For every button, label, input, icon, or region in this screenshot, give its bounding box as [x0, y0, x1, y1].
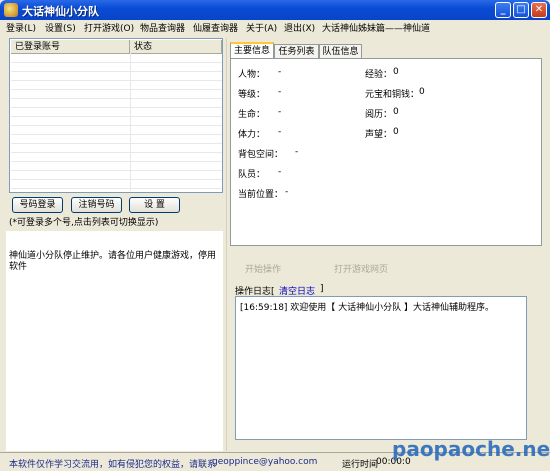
notice-text: 神仙道小分队停止维护。请各位用户健康游戏，停用软件 [9, 251, 217, 272]
menu-shoe-query[interactable]: 仙履查询器 [193, 21, 238, 34]
menu-open-game[interactable]: 打开游戏(O) [84, 21, 134, 34]
open-web-button[interactable]: 打开游戏网页 [334, 262, 388, 275]
stamina-label: 体力： [238, 130, 266, 140]
level-value: - [278, 87, 282, 97]
login-hint: (*可登录多个号,点击列表可切换显示) [9, 218, 159, 228]
title-bar: 大话神仙小分队 _ □ ✕ [0, 0, 550, 20]
settings-button[interactable]: 设 置 [129, 197, 180, 213]
account-list[interactable]: 已登录账号 状态 [9, 38, 223, 193]
log-panel[interactable]: [16:59:18] 欢迎使用【 大话神仙小分队 】大话神仙辅助程序。 [235, 296, 527, 440]
app-icon [4, 3, 18, 17]
minimize-button[interactable]: _ [495, 2, 511, 18]
menu-bar: 登录(L) 设置(S) 打开游戏(O) 物品查询器 仙履查询器 关于(A) 退出… [0, 20, 550, 35]
hp-label: 生命： [238, 110, 266, 120]
tab-team-info[interactable]: 队伍信息 [319, 44, 362, 59]
person-label: 人物： [238, 70, 266, 80]
history-value: 0 [393, 107, 399, 117]
runtime-label: 运行时间 [342, 460, 379, 470]
logout-button[interactable]: 注销号码 [71, 197, 122, 213]
tab-main-info[interactable]: 主要信息 [230, 42, 274, 58]
maximize-button[interactable]: □ [513, 2, 529, 18]
location-label: 当前位置： [238, 190, 284, 200]
menu-item-query[interactable]: 物品查询器 [140, 21, 185, 34]
watermark: paopaoche.net [392, 437, 550, 461]
menu-sister-game[interactable]: 大话神仙姊妹篇——神仙道 [322, 21, 430, 34]
menu-settings[interactable]: 设置(S) [45, 21, 76, 34]
bag-value: - [295, 147, 299, 157]
stamina-value: - [278, 127, 282, 137]
person-value: - [278, 67, 282, 77]
menu-exit[interactable]: 退出(X) [284, 21, 315, 34]
history-label: 阅历： [365, 110, 393, 120]
bag-label: 背包空间： [238, 150, 284, 160]
money-value: 0 [419, 87, 425, 97]
column-header-status[interactable]: 状态 [130, 40, 222, 54]
exp-label: 经验： [365, 70, 393, 80]
location-value: - [285, 187, 289, 197]
log-entry: [16:59:18] 欢迎使用【 大话神仙小分队 】大话神仙辅助程序。 [240, 303, 495, 313]
disclaimer-text: 本软件仅作学习交流用，如有侵犯您的权益，请联系 [9, 460, 217, 470]
column-header-account[interactable]: 已登录账号 [11, 40, 130, 54]
menu-login[interactable]: 登录(L) [6, 21, 36, 34]
fame-label: 声望： [365, 130, 393, 140]
fame-value: 0 [393, 127, 399, 137]
info-panel: 人物： - 等级： - 生命： - 体力： - 背包空间： - 队员： - 当前… [230, 58, 542, 246]
close-button[interactable]: ✕ [531, 2, 547, 18]
hp-value: - [278, 107, 282, 117]
tab-task-list[interactable]: 任务列表 [274, 44, 319, 59]
code-login-button[interactable]: 号码登录 [12, 197, 63, 213]
level-label: 等级： [238, 90, 266, 100]
window-title: 大话神仙小分队 [22, 5, 99, 18]
money-label: 元宝和铜钱： [365, 90, 420, 100]
team-value: - [278, 167, 282, 177]
exp-value: 0 [393, 67, 399, 77]
notice-panel: 神仙道小分队停止维护。请各位用户健康游戏，停用软件 [6, 231, 223, 451]
log-title-end: ] [320, 284, 324, 294]
menu-about[interactable]: 关于(A) [246, 21, 277, 34]
start-operation-button[interactable]: 开始操作 [245, 262, 281, 275]
contact-email[interactable]: geoppince@yahoo.com [212, 457, 317, 467]
team-label: 队员： [238, 170, 266, 180]
